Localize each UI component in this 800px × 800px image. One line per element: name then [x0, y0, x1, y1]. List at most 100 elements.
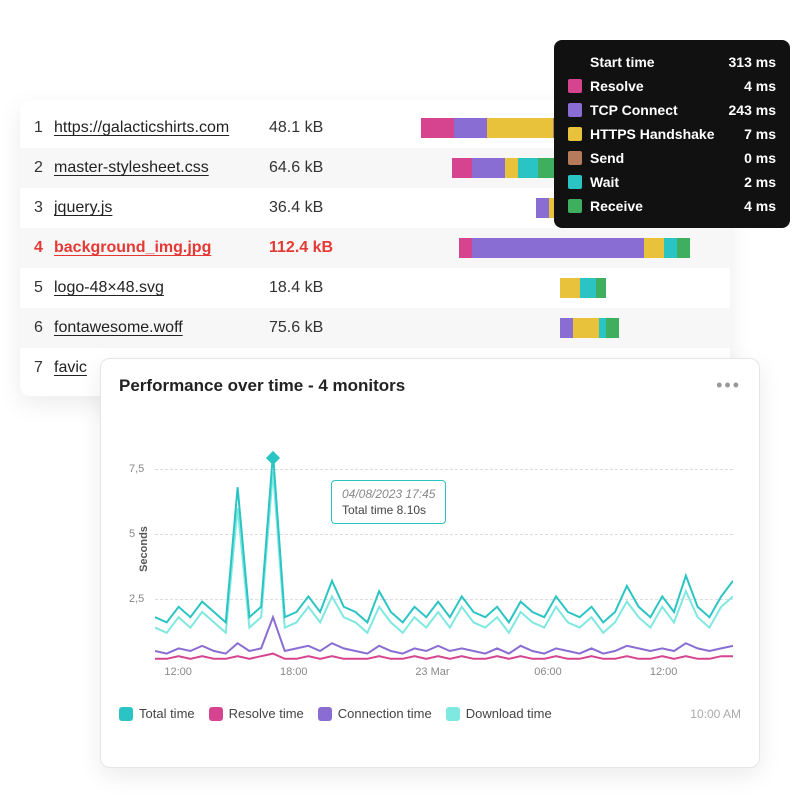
tooltip-swatch-icon	[568, 151, 582, 165]
tooltip-phase-label: HTTPS Handshake	[590, 126, 744, 142]
row-index: 4	[34, 239, 54, 257]
legend-label: Total time	[139, 706, 195, 721]
row-index: 7	[34, 359, 54, 377]
chart-series-line[interactable]	[155, 453, 733, 622]
chart-timestamp: 10:00 AM	[690, 707, 741, 721]
chart-hover-date: 04/08/2023 17:45	[342, 487, 435, 501]
timing-segment	[606, 318, 619, 338]
row-index: 6	[34, 319, 54, 337]
tooltip-swatch-icon	[568, 127, 582, 141]
timing-bar[interactable]	[459, 238, 690, 258]
timing-segment	[472, 158, 505, 178]
timing-bar[interactable]	[560, 278, 606, 298]
timing-segment	[454, 118, 487, 138]
timing-segment	[452, 158, 472, 178]
timing-bar[interactable]	[560, 318, 619, 338]
chart-y-axis-label: Seconds	[138, 526, 150, 572]
row-index: 2	[34, 159, 54, 177]
resource-size: 112.4 kB	[269, 239, 369, 257]
timing-segment	[644, 238, 664, 258]
y-tick-label: 7,5	[129, 463, 144, 475]
legend-label: Download time	[466, 706, 552, 721]
legend-swatch-icon	[209, 707, 223, 721]
timing-segment	[505, 158, 518, 178]
legend-swatch-icon	[446, 707, 460, 721]
timing-segment	[664, 238, 677, 258]
chart-menu-icon[interactable]: •••	[716, 375, 741, 396]
resource-link[interactable]: https://galacticshirts.com	[54, 119, 269, 137]
row-index: 1	[34, 119, 54, 137]
timing-segment	[421, 118, 454, 138]
timing-segment	[580, 278, 597, 298]
legend-item[interactable]: Total time	[119, 706, 195, 721]
legend-swatch-icon	[119, 707, 133, 721]
x-tick-label: 12:00	[650, 666, 678, 678]
legend-label: Connection time	[338, 706, 432, 721]
resource-link[interactable]: logo-48×48.svg	[54, 279, 269, 297]
tooltip-phase-value: 4 ms	[744, 78, 776, 94]
timing-bar-area	[369, 238, 716, 258]
tooltip-phase-value: 243 ms	[729, 102, 776, 118]
tooltip-phase-value: 0 ms	[744, 150, 776, 166]
request-timing-tooltip: Start time 313 ms Resolve4 msTCP Connect…	[554, 40, 790, 228]
resource-size: 75.6 kB	[269, 319, 369, 337]
waterfall-row[interactable]: 6fontawesome.woff75.6 kB	[20, 308, 730, 348]
resource-link[interactable]: jquery.js	[54, 199, 269, 217]
tooltip-row: TCP Connect243 ms	[568, 98, 776, 122]
chart-title: Performance over time - 4 monitors	[119, 376, 716, 396]
legend-swatch-icon	[318, 707, 332, 721]
timing-segment	[560, 278, 580, 298]
legend-item[interactable]: Download time	[446, 706, 552, 721]
tooltip-row: Send0 ms	[568, 146, 776, 170]
timing-segment	[599, 318, 606, 338]
resource-size: 48.1 kB	[269, 119, 369, 137]
legend-item[interactable]: Resolve time	[209, 706, 304, 721]
chart-hover-value: Total time 8.10s	[342, 503, 435, 517]
tooltip-phase-label: Send	[590, 150, 744, 166]
resource-size: 18.4 kB	[269, 279, 369, 297]
timing-bar-area	[369, 278, 716, 298]
tooltip-swatch-icon	[568, 103, 582, 117]
tooltip-phase-label: Resolve	[590, 78, 744, 94]
timing-segment	[573, 318, 599, 338]
timing-bar-area	[369, 318, 716, 338]
waterfall-row[interactable]: 4background_img.jpg112.4 kB	[20, 228, 730, 268]
x-tick-label: 12:00	[164, 666, 192, 678]
tooltip-phase-value: 2 ms	[744, 174, 776, 190]
tooltip-phase-label: Wait	[590, 174, 744, 190]
tooltip-row: HTTPS Handshake7 ms	[568, 122, 776, 146]
row-index: 5	[34, 279, 54, 297]
legend-item[interactable]: Connection time	[318, 706, 432, 721]
tooltip-start-label: Start time	[590, 54, 729, 70]
row-index: 3	[34, 199, 54, 217]
timing-segment	[677, 238, 690, 258]
performance-chart-panel: Performance over time - 4 monitors ••• S…	[100, 358, 760, 768]
tooltip-swatch-icon	[568, 175, 582, 189]
x-tick-label: 23 Mar	[415, 666, 449, 678]
tooltip-swatch-icon	[568, 79, 582, 93]
legend-label: Resolve time	[229, 706, 304, 721]
timing-segment	[487, 118, 553, 138]
chart-series-line[interactable]	[155, 654, 733, 659]
y-tick-label: 5	[129, 528, 135, 540]
resource-link[interactable]: fontawesome.woff	[54, 319, 269, 337]
chart-hover-tooltip: 04/08/2023 17:45 Total time 8.10s	[331, 480, 446, 524]
resource-size: 36.4 kB	[269, 199, 369, 217]
tooltip-row: Wait2 ms	[568, 170, 776, 194]
waterfall-row[interactable]: 5logo-48×48.svg18.4 kB	[20, 268, 730, 308]
x-tick-label: 18:00	[280, 666, 308, 678]
resource-link[interactable]: master-stylesheet.css	[54, 159, 269, 177]
tooltip-phase-value: 4 ms	[744, 198, 776, 214]
timing-segment	[596, 278, 606, 298]
tooltip-start-value: 313 ms	[729, 54, 776, 70]
resource-link[interactable]: background_img.jpg	[54, 239, 269, 257]
chart-plot-area[interactable]: Seconds 2,557,5 04/08/2023 17:45 Total t…	[155, 404, 733, 694]
timing-segment	[518, 158, 538, 178]
tooltip-row: Receive4 ms	[568, 194, 776, 218]
chart-legend: Total time Resolve time Connection time Dow…	[119, 706, 741, 721]
tooltip-phase-label: TCP Connect	[590, 102, 729, 118]
tooltip-swatch-icon	[568, 199, 582, 213]
timing-segment	[472, 238, 644, 258]
timing-segment	[560, 318, 573, 338]
tooltip-row: Resolve4 ms	[568, 74, 776, 98]
